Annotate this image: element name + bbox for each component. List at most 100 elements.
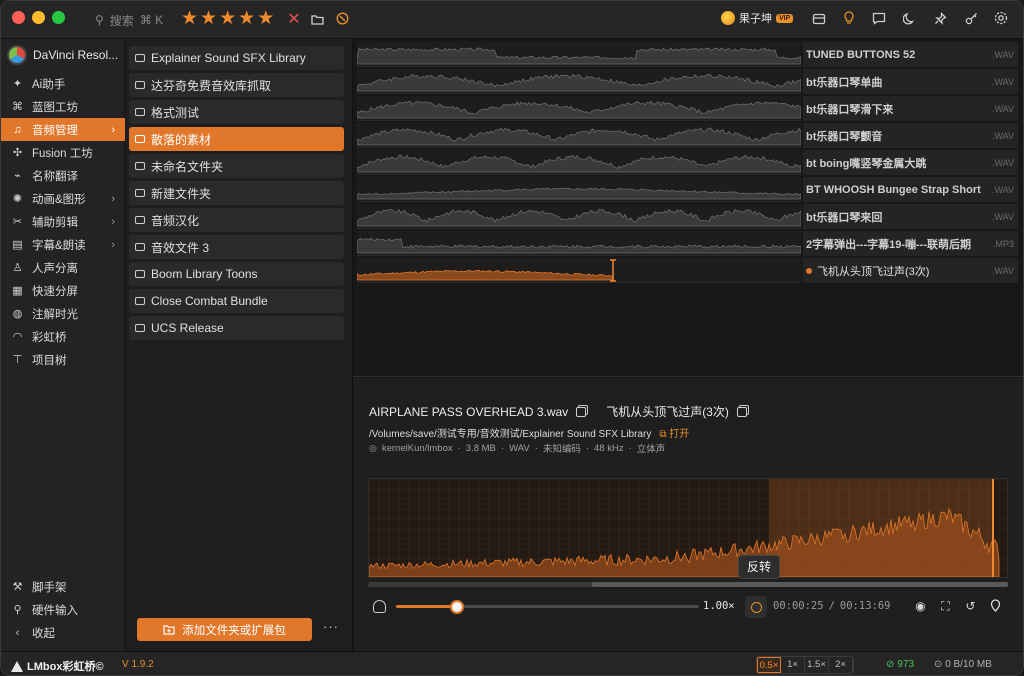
speed-gauge-icon[interactable] bbox=[373, 600, 386, 613]
folder-item[interactable]: 散落的素材 bbox=[129, 127, 344, 151]
folder-item[interactable]: 达芬奇免费音效库抓取 bbox=[129, 73, 344, 97]
star-icon[interactable]: ★ bbox=[200, 9, 217, 29]
track-name-cell[interactable]: BT WHOOSH Bungee Strap Short .WAV bbox=[803, 177, 1018, 202]
search-box[interactable]: ⚲ 搜索 ⌘ K bbox=[95, 12, 163, 28]
store-icon[interactable] bbox=[809, 10, 829, 30]
track-name-cell[interactable]: bt乐器口琴来回 .WAV bbox=[803, 204, 1018, 229]
track-row[interactable]: bt乐器口琴来回 .WAV bbox=[353, 203, 1023, 230]
star-icon[interactable]: ★ bbox=[257, 9, 274, 29]
spectrum-view[interactable] bbox=[368, 478, 1008, 578]
track-name-cell[interactable]: bt boing嘴竖琴金属大跳 .WAV bbox=[803, 150, 1018, 175]
track-waveform[interactable] bbox=[357, 69, 801, 94]
folder-icon[interactable] bbox=[307, 10, 327, 30]
speed-option[interactable]: 0.5× bbox=[757, 657, 781, 673]
close-window-button[interactable] bbox=[12, 11, 25, 24]
track-list: TUNED BUTTONS 52 .WAV bt乐器口琴单曲 .WAV bt乐器口琴滑下… bbox=[353, 39, 1023, 377]
sidebar-item[interactable]: ⚲ 硬件输入 bbox=[1, 598, 125, 621]
speed-option[interactable]: 1.5× bbox=[805, 657, 829, 673]
marker-icon[interactable] bbox=[988, 599, 1003, 614]
more-options-button[interactable]: ··· bbox=[323, 619, 339, 634]
reverse-icon bbox=[750, 601, 762, 613]
sidebar-item[interactable]: ▦ 快速分屏 bbox=[1, 279, 125, 302]
sidebar-item[interactable]: ◠ 彩虹桥 bbox=[1, 325, 125, 348]
track-waveform[interactable] bbox=[357, 258, 801, 283]
message-icon[interactable] bbox=[869, 10, 889, 30]
track-row[interactable]: 2字幕弹出---字幕19-嘣---联萌后期 .MP3 bbox=[353, 230, 1023, 257]
clear-rating-icon[interactable]: ✕ bbox=[284, 10, 304, 30]
pin-icon[interactable] bbox=[930, 10, 950, 30]
star-icon[interactable]: ★ bbox=[181, 9, 198, 29]
copy-filename-icon[interactable] bbox=[576, 406, 587, 417]
track-row[interactable]: BT WHOOSH Bungee Strap Short .WAV bbox=[353, 176, 1023, 203]
animation-icon: ✺ bbox=[12, 193, 23, 205]
star-icon[interactable]: ★ bbox=[238, 9, 255, 29]
crop-icon[interactable]: ⛶ bbox=[938, 599, 953, 614]
speed-option[interactable]: 2× bbox=[829, 657, 853, 673]
track-row[interactable]: bt乐器口琴颤音 .WAV bbox=[353, 122, 1023, 149]
track-row[interactable]: bt乐器口琴单曲 .WAV bbox=[353, 68, 1023, 95]
track-waveform[interactable] bbox=[357, 204, 801, 229]
track-waveform[interactable] bbox=[357, 123, 801, 148]
open-folder-link[interactable]: ⧉ 打开 bbox=[659, 425, 689, 440]
sidebar-item[interactable]: ◍ 注解时光 bbox=[1, 302, 125, 325]
track-waveform[interactable] bbox=[357, 150, 801, 175]
track-name-cell[interactable]: bt乐器口琴颤音 .WAV bbox=[803, 123, 1018, 148]
sidebar-item[interactable]: ⚒ 脚手架 bbox=[1, 575, 125, 598]
folder-item[interactable]: UCS Release bbox=[129, 316, 344, 340]
lightbulb-icon[interactable] bbox=[839, 10, 859, 30]
sidebar-item[interactable]: ♙ 人声分离 bbox=[1, 256, 125, 279]
app-selector[interactable]: DaVinci Resol... bbox=[7, 45, 118, 65]
track-row[interactable]: 飞机从头顶飞过声(3次) .WAV bbox=[353, 257, 1023, 284]
key-icon[interactable] bbox=[961, 10, 981, 30]
track-name-cell[interactable]: TUNED BUTTONS 52 .WAV bbox=[803, 42, 1018, 67]
loop-icon[interactable]: ↺ bbox=[963, 599, 978, 614]
user-profile[interactable]: 果子坤 VIP bbox=[721, 10, 794, 26]
track-name-cell[interactable]: bt乐器口琴单曲 .WAV bbox=[803, 69, 1018, 94]
star-icon[interactable]: ★ bbox=[219, 9, 236, 29]
track-name-cell[interactable]: bt乐器口琴滑下来 .WAV bbox=[803, 96, 1018, 121]
reverse-button[interactable] bbox=[745, 596, 767, 618]
sidebar-item[interactable]: ♫ 音频管理 › bbox=[1, 118, 125, 141]
folder-item[interactable]: 新建文件夹 bbox=[129, 181, 344, 205]
spectrum-scrollbar[interactable] bbox=[368, 582, 1008, 587]
sidebar-item[interactable]: ✣ Fusion 工坊 bbox=[1, 141, 125, 164]
sidebar-item[interactable]: ✺ 动画&图形 › bbox=[1, 187, 125, 210]
slider-knob[interactable] bbox=[449, 600, 464, 614]
track-waveform[interactable] bbox=[357, 177, 801, 202]
settings-gear-icon[interactable] bbox=[991, 10, 1011, 30]
unlink-icon[interactable] bbox=[332, 10, 352, 30]
record-icon[interactable]: ◉ bbox=[913, 599, 928, 614]
rating-stars[interactable]: ★ ★ ★ ★ ★ bbox=[181, 9, 274, 29]
folder-item[interactable]: 音效文件 3 bbox=[129, 235, 344, 259]
scrollbar-thumb[interactable] bbox=[592, 582, 1008, 587]
folder-item[interactable]: 格式测试 bbox=[129, 100, 344, 124]
file-meta-row: ◎ kernelKun/lmbox · 3.8 MB · WAV · 未知编码 … bbox=[369, 441, 665, 456]
zoom-window-button[interactable] bbox=[52, 11, 65, 24]
minimize-window-button[interactable] bbox=[32, 11, 45, 24]
folder-item[interactable]: Boom Library Toons bbox=[129, 262, 344, 286]
add-folder-button[interactable]: 添加文件夹或扩展包 bbox=[137, 618, 312, 641]
track-waveform[interactable] bbox=[357, 42, 801, 67]
sidebar-item[interactable]: ‹ 收起 bbox=[1, 621, 125, 644]
track-row[interactable]: bt乐器口琴滑下来 .WAV bbox=[353, 95, 1023, 122]
speed-option[interactable]: 1× bbox=[781, 657, 805, 673]
folder-item[interactable]: 音频汉化 bbox=[129, 208, 344, 232]
sidebar-item[interactable]: ⌁ 名称翻译 bbox=[1, 164, 125, 187]
folder-item[interactable]: Close Combat Bundle bbox=[129, 289, 344, 313]
track-name-cell[interactable]: 飞机从头顶飞过声(3次) .WAV bbox=[803, 258, 1018, 283]
moon-icon[interactable] bbox=[899, 10, 919, 30]
folder-item[interactable]: Explainer Sound SFX Library bbox=[129, 46, 344, 70]
sidebar-item[interactable]: ⌘ 蓝图工坊 bbox=[1, 95, 125, 118]
sidebar-item[interactable]: ⊤ 项目树 bbox=[1, 348, 125, 371]
sidebar-item[interactable]: ✦ Ai助手 bbox=[1, 72, 125, 95]
track-row[interactable]: TUNED BUTTONS 52 .WAV bbox=[353, 41, 1023, 68]
track-waveform[interactable] bbox=[357, 96, 801, 121]
playback-rate-slider[interactable] bbox=[396, 600, 699, 614]
track-row[interactable]: bt boing嘴竖琴金属大跳 .WAV bbox=[353, 149, 1023, 176]
track-name-cell[interactable]: 2字幕弹出---字幕19-嘣---联萌后期 .MP3 bbox=[803, 231, 1018, 256]
sidebar-item[interactable]: ✂ 辅助剪辑 › bbox=[1, 210, 125, 233]
folder-item[interactable]: 未命名文件夹 bbox=[129, 154, 344, 178]
sidebar-item[interactable]: ▤ 字幕&朗读 › bbox=[1, 233, 125, 256]
copy-translated-name-icon[interactable] bbox=[736, 406, 747, 417]
track-waveform[interactable] bbox=[357, 231, 801, 256]
